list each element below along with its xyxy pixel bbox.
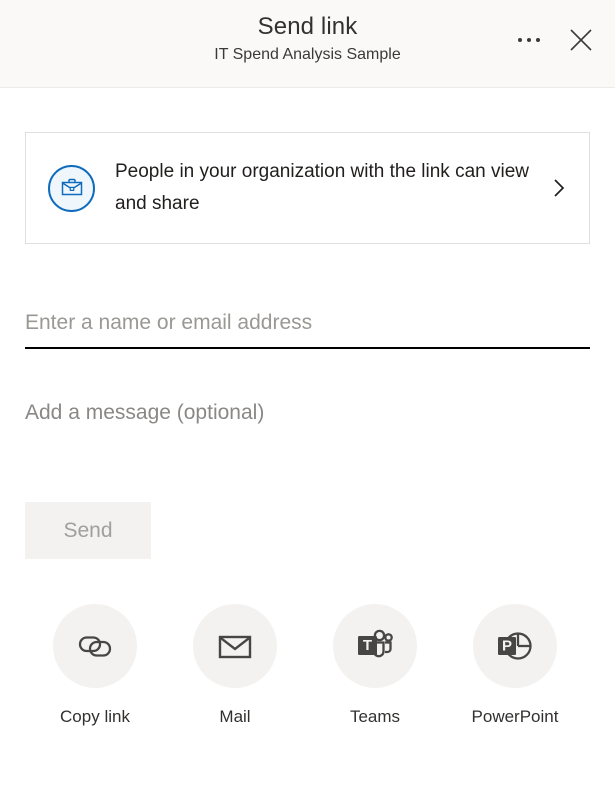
dialog-header: Send link IT Spend Analysis Sample — [0, 0, 615, 88]
close-icon — [570, 29, 592, 51]
chevron-right-icon — [547, 175, 571, 201]
share-action-copy-link[interactable]: Copy link — [25, 604, 165, 728]
briefcase-icon — [48, 164, 95, 212]
share-actions-row: Copy link Mail T Teams P PowerPoint — [25, 604, 590, 728]
more-options-button[interactable] — [509, 20, 549, 60]
link-chain-icon — [78, 636, 112, 657]
svg-text:P: P — [502, 638, 512, 655]
mail-icon-circle — [193, 604, 277, 688]
copy-link-icon-circle — [53, 604, 137, 688]
share-action-teams[interactable]: T Teams — [305, 604, 445, 728]
envelope-icon — [218, 635, 252, 659]
powerpoint-icon-circle: P — [473, 604, 557, 688]
recipient-field[interactable] — [25, 299, 590, 349]
share-action-label: Copy link — [60, 707, 130, 726]
header-actions — [509, 20, 601, 60]
share-action-label: PowerPoint — [471, 707, 559, 726]
microsoft-teams-icon: T — [358, 629, 393, 658]
recipient-input[interactable] — [25, 311, 590, 335]
link-permission-label: People in your organization with the lin… — [115, 161, 530, 214]
link-permission-row[interactable]: People in your organization with the lin… — [25, 132, 590, 244]
share-action-mail[interactable]: Mail — [165, 604, 305, 728]
teams-icon-circle: T — [333, 604, 417, 688]
dialog-body: People in your organization with the lin… — [0, 132, 615, 728]
share-action-label: Mail — [219, 707, 251, 726]
svg-text:T: T — [363, 637, 372, 654]
share-action-label: Teams — [349, 707, 401, 726]
share-action-powerpoint[interactable]: P PowerPoint — [445, 604, 585, 728]
send-button[interactable]: Send — [25, 502, 151, 559]
message-field[interactable] — [25, 396, 590, 430]
send-row: Send — [25, 502, 590, 559]
close-button[interactable] — [561, 20, 601, 60]
microsoft-powerpoint-icon: P — [498, 632, 532, 660]
message-input[interactable] — [25, 401, 590, 425]
ellipsis-icon — [518, 38, 540, 42]
